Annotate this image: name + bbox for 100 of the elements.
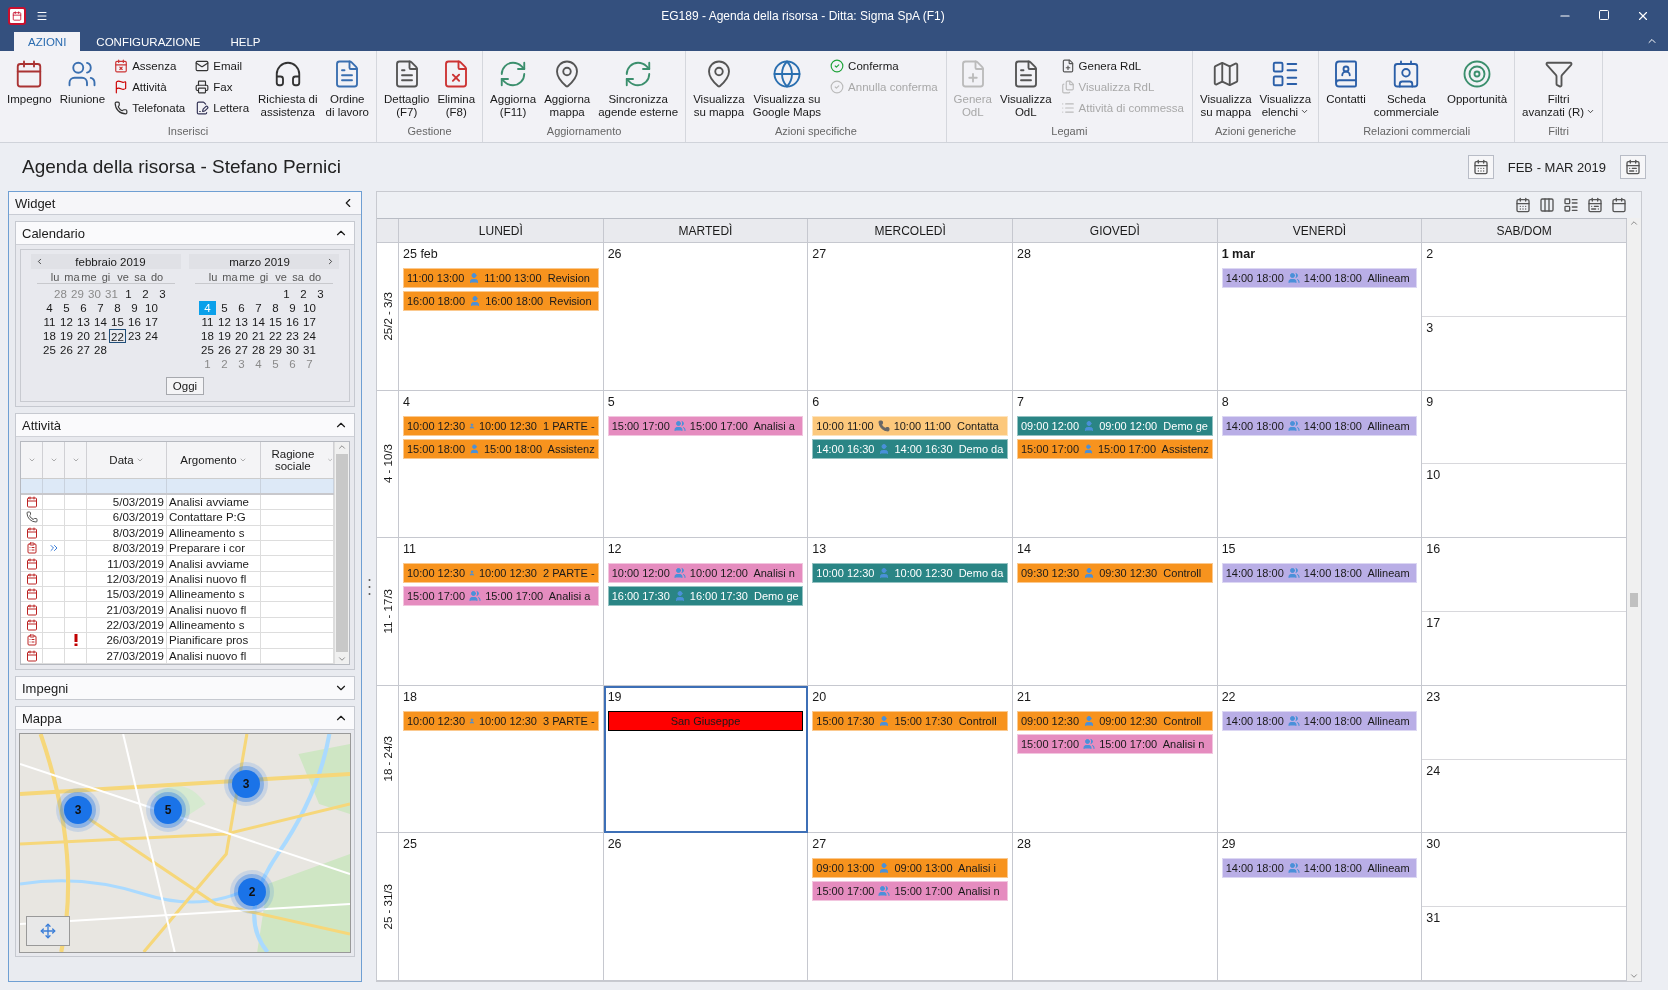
calendar-event[interactable]: 14:00 18:00 14:00 18:00 Allineam <box>1221 268 1418 288</box>
day-cell[interactable]: 16 <box>1422 538 1626 612</box>
calendar-day[interactable]: 9 <box>284 301 301 315</box>
calendar-day[interactable]: 1 <box>120 287 137 301</box>
calendar-day[interactable]: 13 <box>75 315 92 329</box>
calendar-day[interactable]: 29 <box>267 343 284 357</box>
day-cell[interactable]: 25 feb 11:00 13:00 11:00 13:00 Revision 16:00 18:00 16:00 18:00 Revision <box>399 243 604 391</box>
day-cell[interactable]: 25 <box>399 833 604 981</box>
calendar-day[interactable]: 14 <box>250 315 267 329</box>
calendar-day[interactable]: 2 <box>295 287 312 301</box>
next-month-icon[interactable] <box>326 257 335 266</box>
calendar-event[interactable]: 10:00 12:30 10:00 12:30 1 PARTE - <box>403 415 599 436</box>
calendar-day[interactable]: 12 <box>216 315 233 329</box>
day-cell[interactable]: 7 09:00 12:00 09:00 12:00 Demo ge 15:00 17:00 15:00 17:00 Assistenz <box>1013 390 1218 539</box>
day-cell[interactable]: 19 San Giuseppe <box>603 685 809 834</box>
day-cell[interactable]: 23 <box>1422 685 1626 760</box>
scroll-thumb[interactable] <box>1630 592 1638 607</box>
activity-row[interactable]: 27/03/2019 Analisi nuovo fl <box>21 648 334 664</box>
calendar-day[interactable]: 23 <box>126 329 143 343</box>
activity-row[interactable]: 5/03/2019 Analisi avviame <box>21 494 334 511</box>
calendar-event[interactable]: 15:00 17:30 15:00 17:30 Controll <box>812 710 1008 731</box>
calendar-day[interactable]: 12 <box>58 315 75 329</box>
calendar-day[interactable]: 21 <box>92 329 109 343</box>
calendar-day[interactable]: 4 <box>41 301 58 315</box>
calendar-event[interactable]: 09:30 12:30 09:30 12:30 Controll <box>1017 563 1213 584</box>
quick-access-icon[interactable] <box>36 10 48 22</box>
day-cell[interactable]: 27 <box>808 243 1013 391</box>
ribbon-tab[interactable]: CONFIGURAZIONE <box>82 32 215 51</box>
calendar-event[interactable]: 14:00 18:00 14:00 18:00 Allineam <box>1221 563 1418 584</box>
calendar-event[interactable]: 15:00 17:00 15:00 17:00 Assistenz <box>1017 438 1213 459</box>
day-cell[interactable]: 14 09:30 12:30 09:30 12:30 Controll <box>1013 538 1218 686</box>
calendar-event[interactable]: 15:00 18:00 15:00 18:00 Assistenz <box>403 438 599 459</box>
calendar-day[interactable]: 5 <box>58 301 75 315</box>
ribbon-button[interactable]: Richiesta di assistenza <box>255 55 321 119</box>
day-cell[interactable]: 28 <box>1013 833 1218 981</box>
calendar-day[interactable]: 15 <box>267 315 284 329</box>
day-cell[interactable]: 27 09:00 13:00 09:00 13:00 Analisi i 15:00 17:00 15:00 17:00 Analisi n <box>808 833 1013 981</box>
list-view-icon[interactable] <box>1563 197 1579 213</box>
today-button[interactable]: Oggi <box>165 377 205 395</box>
activity-row[interactable]: 8/03/2019 Preparare i cor <box>21 540 334 557</box>
calendar-day[interactable]: 25 <box>41 343 58 357</box>
ribbon-button[interactable]: Visualizza su Google Maps <box>749 55 825 119</box>
calendar-day[interactable]: 9 <box>126 301 143 315</box>
calendar-day[interactable]: 1 <box>278 287 295 301</box>
calendar-day[interactable]: 21 <box>250 329 267 343</box>
calendar-day[interactable]: 19 <box>58 329 75 343</box>
calendar-day[interactable]: 23 <box>284 329 301 343</box>
day-cell[interactable]: 1 mar 14:00 18:00 14:00 18:00 Allineam <box>1217 243 1423 391</box>
ribbon-button[interactable]: Assenza <box>114 57 186 75</box>
day-cell[interactable]: 8 14:00 18:00 14:00 18:00 Allineam <box>1217 390 1423 539</box>
calendar-day[interactable]: 31 <box>301 343 318 357</box>
day-cell[interactable]: 26 <box>603 243 809 391</box>
calendar-day[interactable]: 27 <box>233 343 250 357</box>
calendar-day[interactable]: 24 <box>301 329 318 343</box>
next-period-button[interactable] <box>1620 155 1646 179</box>
calendar-event[interactable]: 10:00 12:00 10:00 12:00 Analisi n <box>607 563 804 584</box>
calendar-day[interactable]: 3 <box>312 287 329 301</box>
day-cell[interactable]: 28 <box>1013 243 1218 391</box>
ribbon-button[interactable]: Riunione <box>56 55 109 106</box>
activity-row[interactable]: 21/03/2019 Analisi nuovo fl <box>21 602 334 618</box>
ribbon-button[interactable]: Fax <box>195 78 250 96</box>
ribbon-tab[interactable]: HELP <box>216 32 275 51</box>
column-header[interactable]: Ragione sociale <box>261 448 325 473</box>
day-cell[interactable]: 30 <box>1422 833 1626 908</box>
calendar-day[interactable]: 16 <box>284 315 301 329</box>
calendar-day[interactable]: 20 <box>233 329 250 343</box>
calendar-day[interactable]: 18 <box>199 329 216 343</box>
activity-row[interactable]: 12/03/2019 Analisi nuovo fl <box>21 571 334 588</box>
activity-row[interactable]: 8/03/2019 Allineamento s <box>21 525 334 541</box>
calendar-day[interactable]: 10 <box>143 301 160 315</box>
month-view-icon[interactable] <box>1611 197 1627 213</box>
day-cell[interactable]: 2 <box>1422 243 1626 317</box>
calendar-event[interactable]: 14:00 16:30 14:00 16:30 Demo da <box>812 438 1008 459</box>
scroll-thumb[interactable] <box>336 454 348 652</box>
calendar-day[interactable]: 5 <box>216 301 233 315</box>
calendar-day[interactable]: 27 <box>75 343 92 357</box>
calendar-day[interactable]: 15 <box>109 315 126 329</box>
day-cell[interactable]: 6 10:00 11:00 10:00 11:00 Contatta 14:00 16:30 14:00 16:30 Demo da <box>808 390 1013 539</box>
day-cell[interactable]: 12 10:00 12:00 10:00 12:00 Analisi n 16:00 17:30 16:00 17:30 Demo ge <box>603 538 809 686</box>
ribbon-button[interactable]: Attività <box>114 78 186 96</box>
calendar-event[interactable]: 16:00 17:30 16:00 17:30 Demo ge <box>607 586 804 607</box>
calendar-day[interactable]: 7 <box>250 301 267 315</box>
calendar-day[interactable]: 25 <box>199 343 216 357</box>
calendar-event[interactable]: 14:00 18:00 14:00 18:00 Allineam <box>1221 415 1418 436</box>
calendar-day[interactable]: 8 <box>109 301 126 315</box>
calendar-day[interactable]: 11 <box>199 315 216 329</box>
ribbon-button[interactable]: Scheda commerciale <box>1370 55 1442 119</box>
day-cell[interactable]: 9 <box>1422 390 1626 465</box>
calendar-event[interactable]: 10:00 12:30 10:00 12:30 2 PARTE - <box>403 563 599 584</box>
holiday-event[interactable]: San Giuseppe <box>607 710 804 731</box>
activity-row[interactable]: 22/03/2019 Allineamento s <box>21 617 334 634</box>
day-cell[interactable]: 24 <box>1422 759 1626 833</box>
calendar-day[interactable]: 26 <box>58 343 75 357</box>
ribbon-button[interactable]: Visualizza su mappa <box>1197 55 1255 119</box>
calendar-day[interactable]: 2 <box>137 287 154 301</box>
ribbon-button[interactable]: Impegno <box>4 55 55 106</box>
week-view-icon[interactable] <box>1587 197 1603 213</box>
day-cell[interactable]: 11 10:00 12:30 10:00 12:30 2 PARTE - 15:00 17:00 15:00 17:00 Analisi a <box>399 538 604 686</box>
scrollbar[interactable] <box>334 442 349 664</box>
ribbon-button[interactable]: Email <box>195 57 250 75</box>
